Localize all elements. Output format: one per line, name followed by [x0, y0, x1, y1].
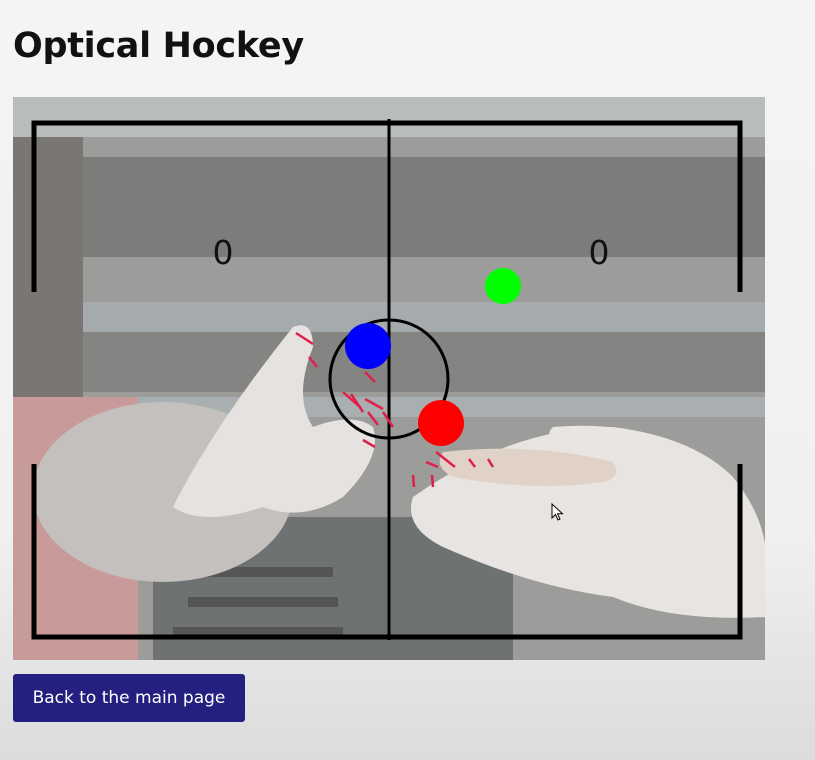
- score-left: 0: [212, 233, 234, 272]
- mouse-pointer-icon: [551, 503, 564, 521]
- page-title: Optical Hockey: [13, 26, 304, 66]
- left-player-paddle: [345, 323, 391, 369]
- page: Optical Hockey 0 0 Back to the main page: [0, 0, 815, 760]
- right-player-paddle: [418, 400, 464, 446]
- rink-svg: [13, 97, 765, 660]
- score-right: 0: [588, 233, 610, 272]
- puck: [485, 268, 521, 304]
- back-to-main-button[interactable]: Back to the main page: [13, 674, 245, 722]
- game-canvas[interactable]: 0 0: [13, 97, 765, 660]
